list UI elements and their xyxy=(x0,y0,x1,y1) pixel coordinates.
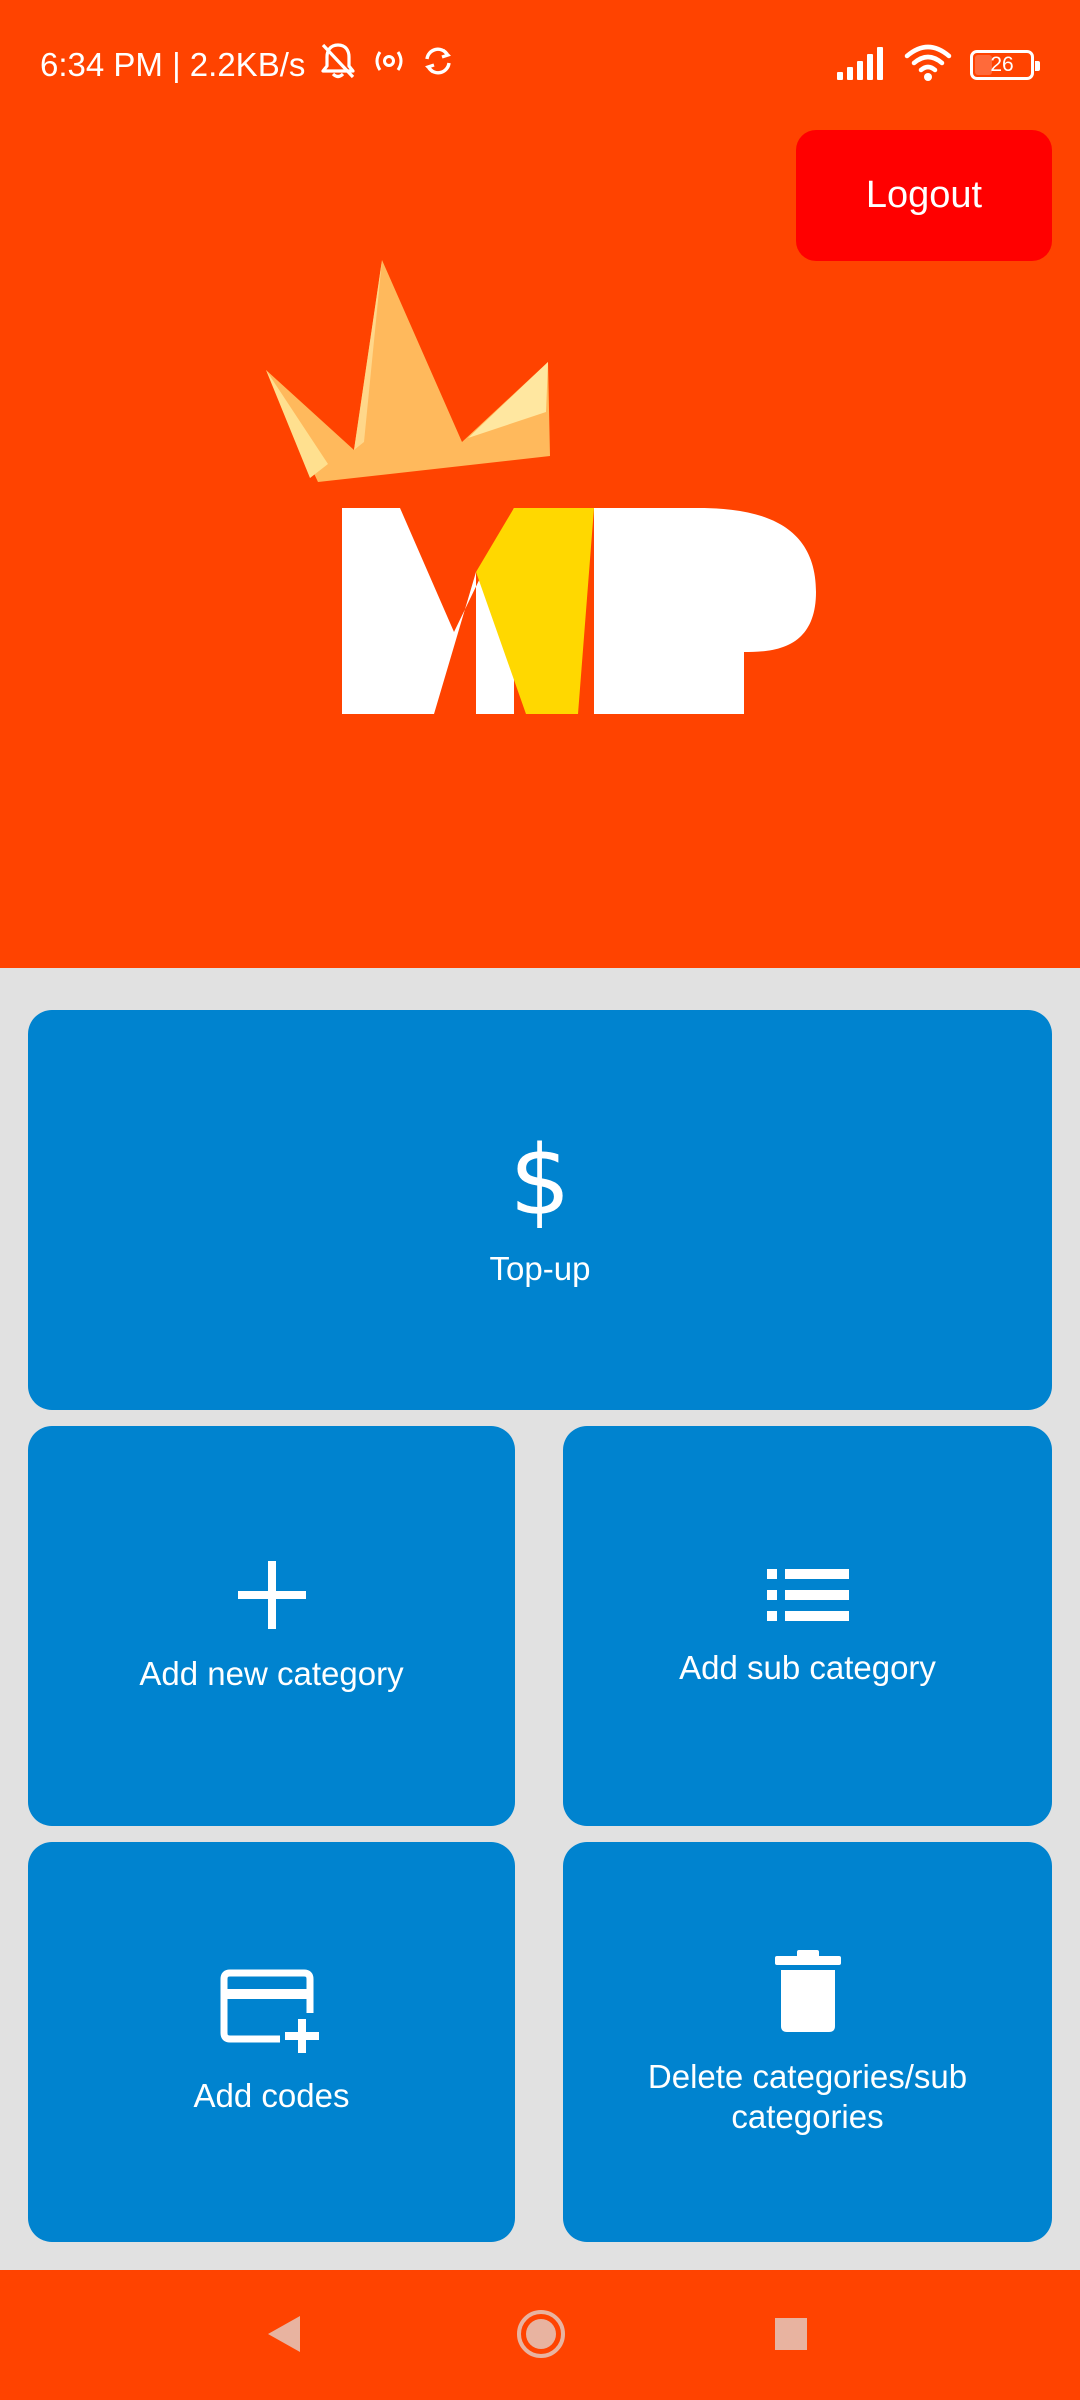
navigation-bar xyxy=(0,2270,1080,2400)
add-new-category-label: Add new category xyxy=(139,1654,404,1692)
wifi-icon xyxy=(904,44,952,87)
mvp-crown-logo xyxy=(258,252,826,724)
header: 6:34 PM | 2.2KB/s 26 Logout xyxy=(0,0,1080,968)
logout-button[interactable]: Logout xyxy=(796,130,1052,261)
add-sub-category-label: Add sub category xyxy=(679,1648,936,1686)
add-codes-label: Add codes xyxy=(193,2076,350,2114)
hotspot-icon xyxy=(371,46,407,84)
delete-categories-label: Delete categories/sub categories xyxy=(647,2057,968,2135)
add-codes-tile[interactable]: Add codes xyxy=(28,1842,515,2242)
dollar-icon: $ xyxy=(509,1125,571,1237)
topup-label: Top-up xyxy=(489,1250,591,1287)
status-time-speed: 6:34 PM | 2.2KB/s xyxy=(40,46,306,83)
recents-icon[interactable] xyxy=(775,2318,807,2355)
signal-icon xyxy=(836,46,886,85)
plus-icon xyxy=(236,1559,308,1636)
back-icon[interactable] xyxy=(266,2314,302,2359)
battery-level: 26 xyxy=(990,53,1014,76)
sync-icon xyxy=(421,44,455,86)
mute-bell-icon xyxy=(319,41,357,89)
status-bar: 6:34 PM | 2.2KB/s 26 xyxy=(0,0,1080,128)
delete-categories-tile[interactable]: Delete categories/sub categories xyxy=(563,1842,1052,2242)
card-add-icon xyxy=(220,1969,324,2058)
home-screen: 6:34 PM | 2.2KB/s 26 Logout $ Top-up Add… xyxy=(0,0,1080,2400)
home-icon[interactable] xyxy=(515,2308,567,2365)
status-left: 6:34 PM | 2.2KB/s xyxy=(40,40,455,90)
list-icon xyxy=(765,1565,851,1630)
add-sub-category-tile[interactable]: Add sub category xyxy=(563,1426,1052,1826)
add-new-category-tile[interactable]: Add new category xyxy=(28,1426,515,1826)
status-right: 26 xyxy=(836,42,1040,88)
topup-tile[interactable]: $ Top-up xyxy=(28,1010,1052,1410)
battery-icon: 26 xyxy=(970,50,1040,80)
trash-icon xyxy=(773,1948,843,2039)
